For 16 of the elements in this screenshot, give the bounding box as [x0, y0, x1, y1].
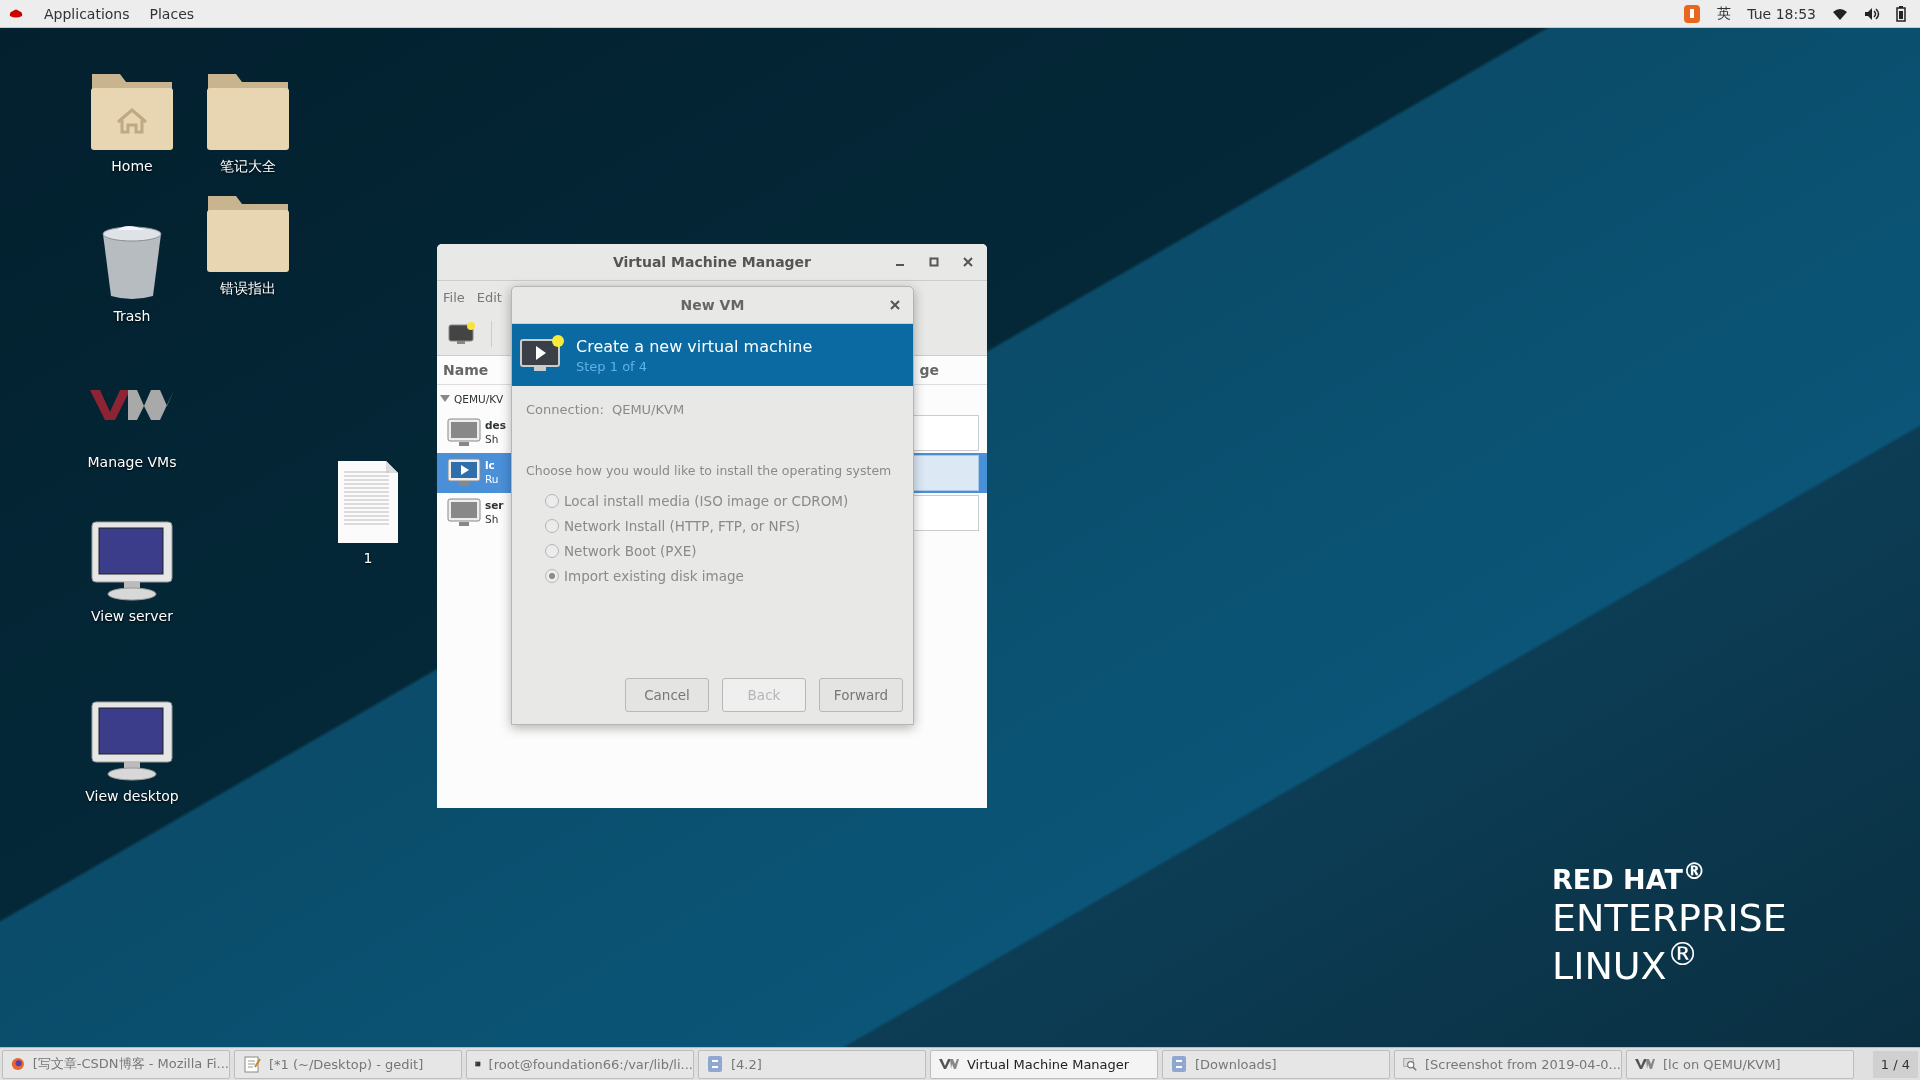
vm-name: des — [485, 419, 506, 433]
logo-text: LINUX$^{®}$ — [1552, 939, 1700, 985]
vm-status: Sh — [485, 513, 500, 527]
connection-label: Connection: — [526, 402, 604, 417]
vm-status: Sh — [485, 433, 500, 447]
prompt-text: Choose how you would like to install the operating system — [526, 463, 893, 480]
vm-name: ser — [485, 499, 504, 513]
vm-status: Ru — [485, 473, 499, 487]
window-title: Virtual Machine Manager — [612, 254, 812, 270]
connection-value: QEMU/KVM — [611, 402, 685, 417]
logo-text: ENTERPRISE — [1552, 899, 1787, 937]
header-title: Create a new virtual machine — [576, 336, 813, 356]
vm-name: lc — [485, 459, 496, 473]
step-label: Step 1 of 4 — [576, 358, 649, 374]
dialog-title: New VM — [680, 297, 745, 313]
logo-text: RED HAT$^{®}$ — [1552, 860, 1707, 893]
